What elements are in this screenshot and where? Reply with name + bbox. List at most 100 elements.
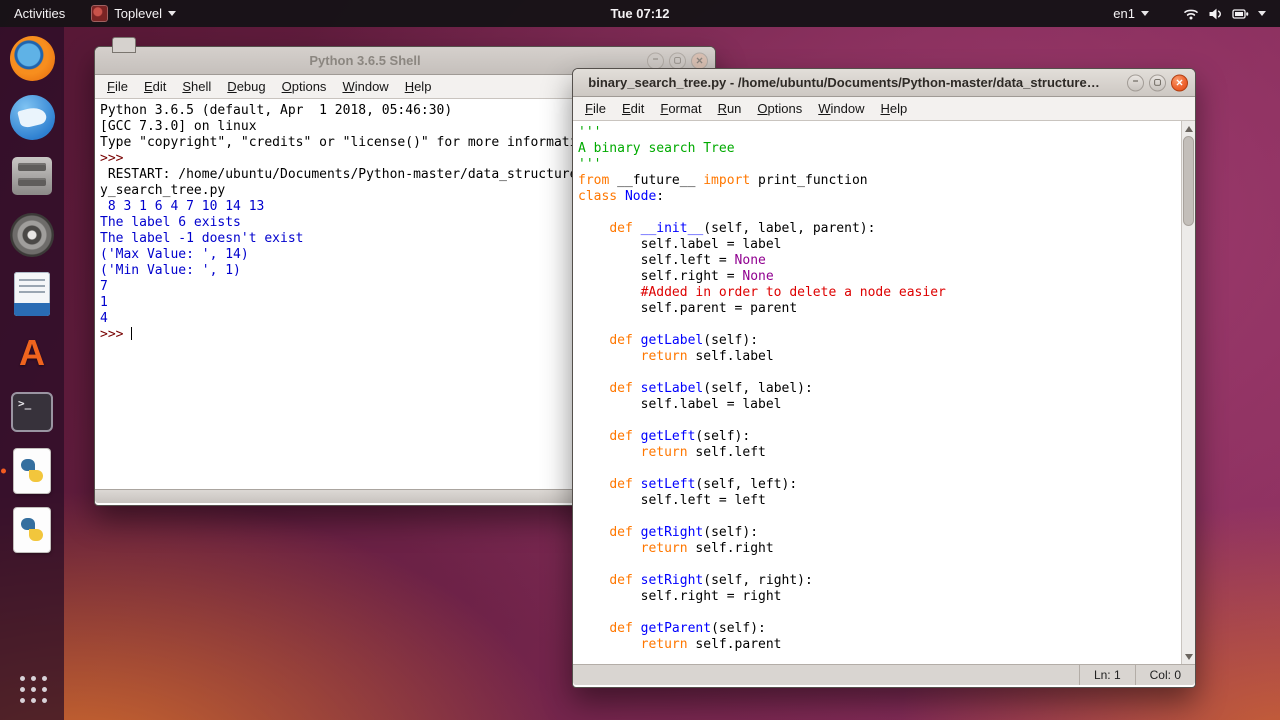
token: None (742, 269, 774, 284)
token: setRight (640, 573, 704, 588)
menu-help[interactable]: Help (397, 77, 440, 96)
menu-window[interactable]: Window (334, 77, 396, 96)
editor-menubar: File Edit Format Run Options Window Help (573, 97, 1195, 121)
show-applications-button[interactable] (8, 664, 56, 712)
code-line: self.left = None (578, 253, 1181, 269)
dock-item-cd-player[interactable] (8, 211, 56, 259)
volume-icon (1209, 8, 1221, 19)
editor-titlebar[interactable]: binary_search_tree.py - /home/ubuntu/Doc… (573, 69, 1195, 97)
menu-shell[interactable]: Shell (174, 77, 219, 96)
maximize-button[interactable] (669, 52, 686, 69)
close-button[interactable] (1171, 74, 1188, 91)
token: self.label = label (578, 237, 782, 252)
code-line: #Added in order to delete a node easier (578, 285, 1181, 301)
terminal-icon (11, 392, 53, 432)
token: The label 6 exists (100, 215, 241, 230)
menu-file[interactable]: File (577, 99, 614, 118)
menu-options[interactable]: Options (274, 77, 335, 96)
menu-file[interactable]: File (99, 77, 136, 96)
code-line: return self.parent (578, 637, 1181, 653)
close-button[interactable] (691, 52, 708, 69)
token: Type "copyright", "credits" or "license(… (100, 135, 601, 150)
dock-item-libreoffice-writer[interactable] (8, 270, 56, 318)
token: The label -1 doesn't exist (100, 231, 304, 246)
menu-debug[interactable]: Debug (219, 77, 273, 96)
menu-window[interactable]: Window (810, 99, 872, 118)
dock-item-idle-python-2[interactable] (8, 506, 56, 554)
shell-window-title: Python 3.6.5 Shell (309, 53, 421, 68)
code-line: def setLeft(self, left): (578, 477, 1181, 493)
clock[interactable]: Tue 07:12 (600, 6, 679, 21)
code-line: def getLabel(self): (578, 333, 1181, 349)
token: self.parent = parent (578, 301, 798, 316)
token: Python 3.6.5 (default, Apr 1 2018, 05:46… (100, 103, 453, 118)
token: getLeft (640, 429, 696, 444)
scrollbar[interactable] (1181, 121, 1195, 664)
scroll-up-arrow-icon[interactable] (1182, 122, 1195, 135)
token: self.parent (687, 637, 782, 652)
token: return (640, 349, 688, 364)
maximize-button[interactable] (1149, 74, 1166, 91)
chevron-down-icon (1141, 11, 1149, 16)
chevron-down-icon (1258, 11, 1266, 16)
app-menu[interactable]: Toplevel (85, 0, 182, 27)
scrollbar-thumb[interactable] (1183, 136, 1194, 226)
token: getParent (640, 621, 712, 636)
top-bar: Activities Toplevel Tue 07:12 en1 (0, 0, 1280, 27)
token: def (609, 381, 633, 396)
python-file-icon (14, 449, 50, 493)
menu-edit[interactable]: Edit (614, 99, 652, 118)
scroll-down-arrow-icon[interactable] (1182, 650, 1195, 663)
token: 4 (100, 311, 108, 326)
code-editor-area[interactable]: ''' A binary search Tree ''' from __future_… (573, 121, 1181, 664)
minimize-button[interactable] (647, 52, 664, 69)
menu-options[interactable]: Options (749, 99, 810, 118)
token: (self, right): (703, 573, 813, 588)
code-line: self.label = label (578, 237, 1181, 253)
dock-item-file-manager[interactable] (8, 152, 56, 200)
code-line: self.left = left (578, 493, 1181, 509)
battery-icon (1232, 8, 1249, 19)
menu-run[interactable]: Run (710, 99, 750, 118)
token: >>> (100, 327, 132, 342)
token: getRight (640, 525, 704, 540)
token: self.left = left (578, 493, 766, 508)
dock-item-ubuntu-software[interactable] (8, 329, 56, 377)
code-line: self.right = right (578, 589, 1181, 605)
token: setLabel (640, 381, 704, 396)
code-line: return self.right (578, 541, 1181, 557)
menu-edit[interactable]: Edit (136, 77, 174, 96)
keyboard-indicator[interactable]: en1 (1107, 0, 1155, 27)
background-tab[interactable] (112, 37, 136, 53)
dock-item-thunderbird[interactable] (8, 93, 56, 141)
token: def (609, 477, 633, 492)
minimize-button[interactable] (1127, 74, 1144, 91)
menu-format[interactable]: Format (652, 99, 709, 118)
activities-button[interactable]: Activities (8, 0, 71, 27)
token: 1 (100, 295, 108, 310)
dock-item-idle-python[interactable] (8, 447, 56, 495)
system-menu[interactable] (1177, 0, 1272, 27)
token: self.label = label (578, 397, 782, 412)
token: self.label (687, 349, 774, 364)
token: (self): (703, 525, 759, 540)
code-line: return self.left (578, 445, 1181, 461)
menu-help[interactable]: Help (873, 99, 916, 118)
dock-item-firefox[interactable] (8, 34, 56, 82)
dock-item-terminal[interactable] (8, 388, 56, 436)
token: self.right = right (578, 589, 782, 604)
